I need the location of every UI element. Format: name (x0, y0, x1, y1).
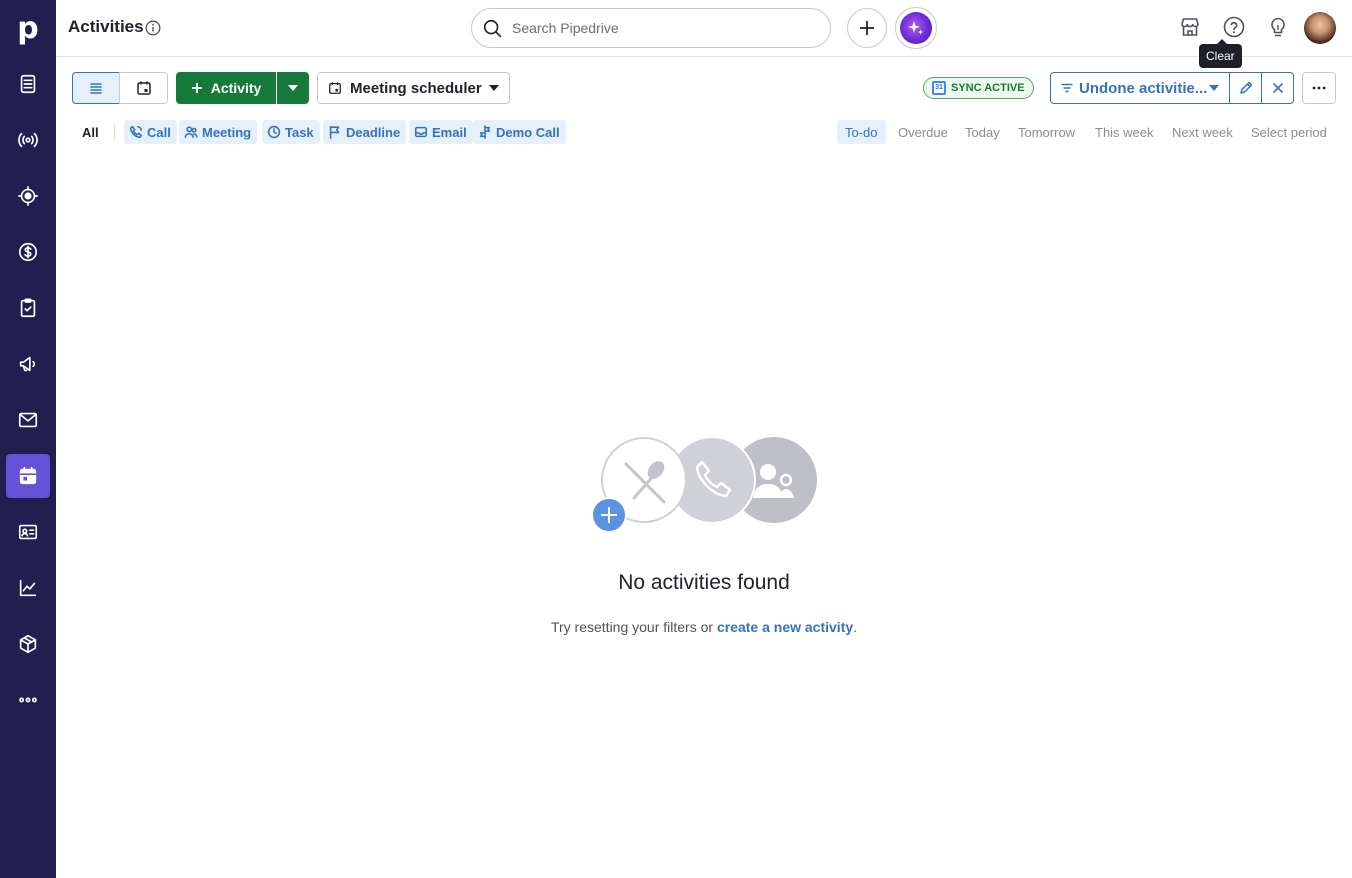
more-icon (19, 697, 37, 703)
empty-state-illustration (591, 436, 817, 532)
type-filter-demo-call[interactable]: Demo Call (473, 120, 566, 144)
nav-leads[interactable] (6, 62, 50, 106)
add-activity-button[interactable]: Activity (176, 72, 276, 104)
ai-sparkle-icon (900, 12, 932, 44)
type-filter-task[interactable]: Task (262, 120, 320, 144)
nav-deals[interactable] (6, 230, 50, 274)
nav-projects[interactable] (6, 286, 50, 330)
filter-dropdown[interactable]: Undone activitie... (1050, 72, 1230, 104)
type-filter-deadline[interactable]: Deadline (323, 120, 407, 144)
calendar-icon (329, 82, 341, 94)
empty-state-period: . (853, 619, 858, 635)
caret-down-icon (489, 85, 499, 91)
pulse-icon (18, 132, 38, 148)
lightbulb-icon[interactable] (1266, 15, 1290, 39)
google-calendar-icon (932, 81, 946, 95)
add-activity-dropdown[interactable] (277, 72, 309, 104)
quick-add-button[interactable] (847, 8, 887, 48)
create-activity-link[interactable]: create a new activity (717, 619, 853, 635)
add-activity-label: Activity (210, 80, 262, 96)
sidebar: p (0, 0, 56, 878)
type-filter-all[interactable]: All (76, 120, 105, 144)
type-filter-label: Demo Call (496, 124, 560, 140)
flag-icon (329, 125, 340, 139)
info-icon[interactable] (145, 20, 161, 36)
type-filter-email[interactable]: Email (409, 120, 473, 144)
period-select[interactable]: Select period (1243, 120, 1335, 144)
type-separator (114, 124, 115, 140)
search-box[interactable] (471, 8, 831, 48)
clear-tooltip: Clear (1199, 39, 1242, 68)
focus-icon (18, 186, 38, 206)
period-tomorrow[interactable]: Tomorrow (1010, 120, 1083, 144)
nav-activities[interactable] (6, 454, 50, 498)
people-icon (184, 126, 198, 139)
phone-icon (129, 125, 143, 139)
deals-icon (18, 242, 38, 262)
more-options-button[interactable] (1302, 72, 1336, 104)
projects-icon (20, 298, 36, 318)
pencil-icon (1239, 81, 1252, 94)
calendar-sync-badge[interactable]: SYNC ACTIVE (923, 77, 1034, 99)
type-filter-label: Task (285, 124, 314, 140)
contacts-icon (18, 524, 38, 540)
nav-contacts[interactable] (6, 510, 50, 554)
clear-filter-button[interactable] (1261, 72, 1294, 104)
user-avatar[interactable] (1304, 12, 1336, 44)
type-filter-label: Call (147, 124, 171, 140)
sync-status: SYNC ACTIVE (951, 82, 1025, 94)
page-title: Activities (68, 17, 144, 36)
products-icon (19, 634, 37, 654)
empty-state-title: No activities found (618, 571, 790, 594)
calendar-icon (136, 81, 151, 95)
top-header: Activities (56, 0, 1352, 57)
clock-icon (267, 125, 281, 139)
empty-state-message: Try resetting your filters or create a n… (0, 619, 1352, 635)
period-this-week[interactable]: This week (1087, 120, 1162, 144)
leads-icon (20, 74, 36, 94)
nav-pulse[interactable] (6, 118, 50, 162)
filter-icon (1061, 83, 1073, 93)
pipedrive-logo[interactable]: p (8, 8, 48, 48)
email-icon (414, 126, 428, 138)
period-today[interactable]: Today (957, 120, 1008, 144)
caret-down-icon (1209, 85, 1219, 91)
period-overdue[interactable]: Overdue (890, 120, 956, 144)
help-icon[interactable] (1222, 15, 1246, 39)
meeting-scheduler-button[interactable]: Meeting scheduler (317, 72, 510, 104)
type-filter-call[interactable]: Call (124, 120, 177, 144)
type-filter-label: Deadline (346, 124, 401, 140)
plus-icon (191, 83, 202, 93)
activities-icon (19, 466, 37, 485)
caret-down-icon (288, 85, 298, 91)
period-todo[interactable]: To-do (837, 120, 886, 144)
list-view-toggle[interactable] (72, 72, 120, 104)
nav-focus[interactable] (6, 174, 50, 218)
nav-more[interactable] (6, 678, 50, 722)
mail-icon (18, 412, 38, 428)
meeting-scheduler-label: Meeting scheduler (350, 79, 482, 97)
demo-call-icon (479, 125, 491, 139)
search-input[interactable] (512, 18, 812, 38)
list-icon (90, 83, 102, 94)
ellipsis-icon (1312, 86, 1326, 90)
ai-assistant-button[interactable] (895, 7, 937, 49)
empty-state-text: Try resetting your filters or (550, 619, 717, 635)
type-filter-label: Meeting (202, 124, 252, 140)
type-filter-meeting[interactable]: Meeting (179, 120, 258, 144)
edit-filter-button[interactable] (1229, 72, 1262, 104)
nav-campaigns[interactable] (6, 342, 50, 386)
search-icon (483, 19, 502, 38)
close-icon (1272, 83, 1283, 93)
plus-icon (860, 21, 874, 35)
marketplace-icon[interactable] (1178, 15, 1202, 39)
type-filter-label: Email (432, 124, 467, 140)
period-next-week[interactable]: Next week (1164, 120, 1241, 144)
campaigns-icon (19, 356, 36, 372)
calendar-view-toggle[interactable] (119, 72, 168, 104)
filter-label: Undone activitie... (1079, 79, 1208, 97)
nav-mail[interactable] (6, 398, 50, 442)
